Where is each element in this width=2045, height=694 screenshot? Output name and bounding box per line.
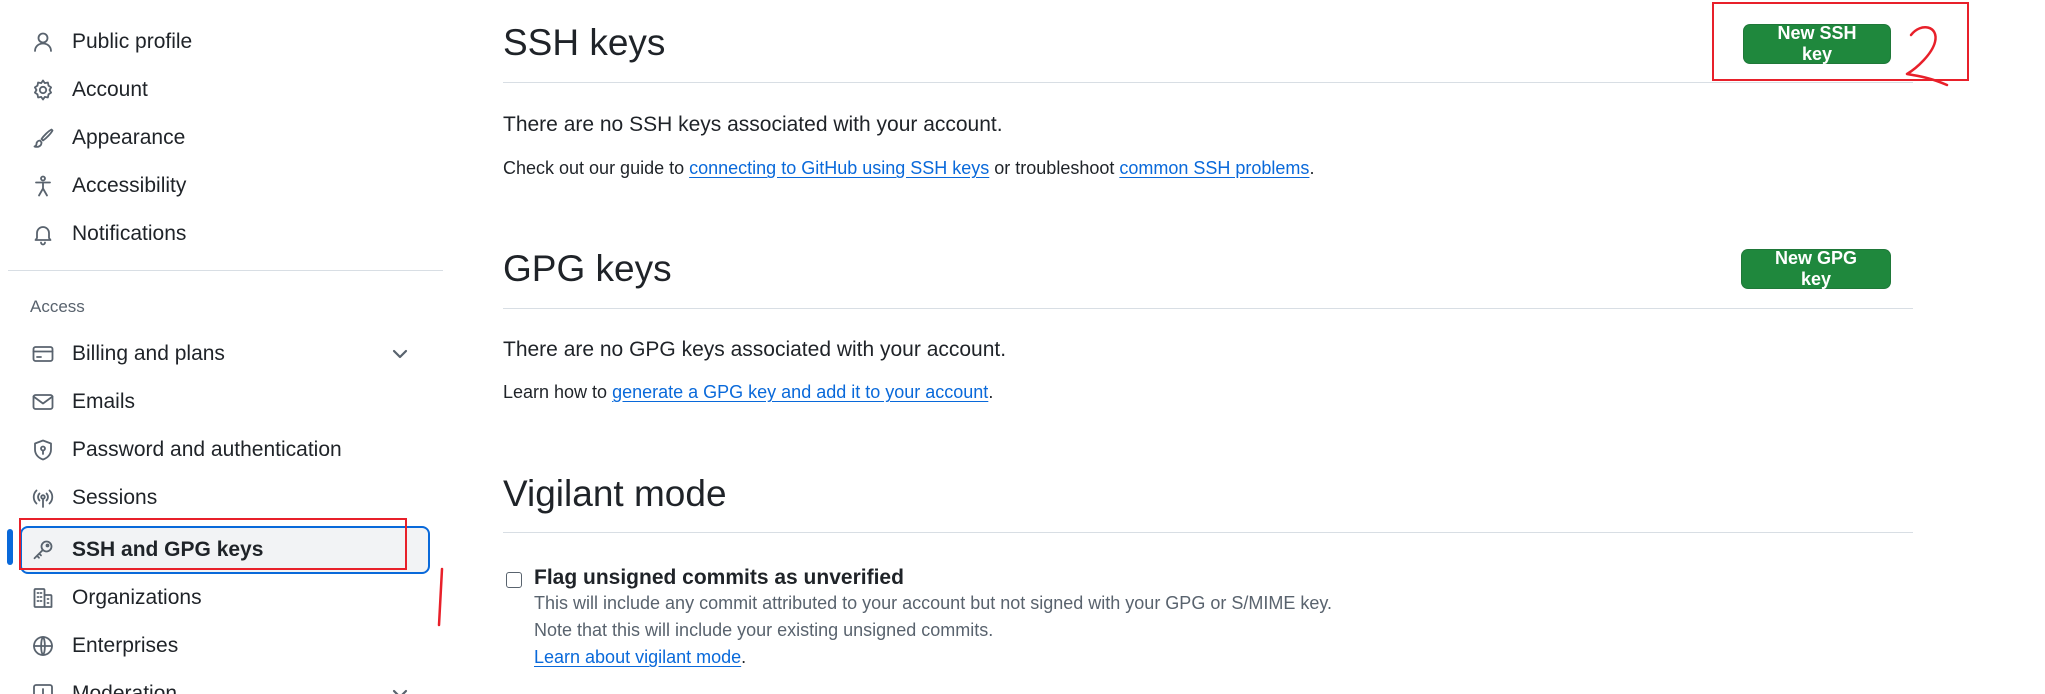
- sidebar-item-label: Enterprises: [72, 634, 179, 657]
- ssh-empty-text: There are no SSH keys associated with yo…: [503, 113, 1003, 136]
- vigilant-divider: [503, 532, 1913, 533]
- sidebar-item-label: Billing and plans: [72, 342, 225, 365]
- sidebar-item-label: Appearance: [72, 126, 186, 149]
- sidebar-item-sessions[interactable]: Sessions: [20, 476, 430, 520]
- active-indicator: [7, 529, 13, 565]
- sidebar-item-password-authentication[interactable]: Password and authentication: [20, 428, 430, 472]
- sidebar-item-organizations[interactable]: Organizations: [20, 576, 430, 620]
- sidebar-item-label: Account: [72, 78, 148, 101]
- annotation-box-ssh-item: [19, 518, 407, 570]
- gpg-learn-prefix: Learn how to: [503, 382, 613, 402]
- credit-card-icon: [30, 341, 56, 367]
- ssh-guide-link[interactable]: connecting to GitHub using SSH keys: [689, 158, 989, 178]
- broadcast-icon: [30, 485, 56, 511]
- ssh-keys-title: SSH keys: [503, 22, 666, 63]
- accessibility-icon: [30, 173, 56, 199]
- gpg-learn-text: Learn how to generate a GPG key and add …: [503, 382, 993, 403]
- ssh-guide-prefix: Check out our guide to: [503, 158, 690, 178]
- main-content: SSH keys New SSH key There are no SSH ke…: [503, 0, 1913, 694]
- person-icon: [30, 29, 56, 55]
- flag-unsigned-label[interactable]: Flag unsigned commits as unverified: [534, 566, 904, 590]
- vigilant-learn-text: Learn about vigilant mode.: [534, 647, 746, 668]
- ssh-guide-suffix: .: [1309, 158, 1315, 178]
- sidebar-item-emails[interactable]: Emails: [20, 380, 430, 424]
- vigilant-desc-line2: Note that this will include your existin…: [534, 620, 994, 640]
- organization-icon: [30, 585, 56, 611]
- sidebar-item-label: Password and authentication: [72, 438, 342, 461]
- gpg-learn-suffix: .: [988, 382, 994, 402]
- sidebar-item-label: Sessions: [72, 486, 158, 509]
- mail-icon: [30, 389, 56, 415]
- ssh-guide-middle: or troubleshoot: [989, 158, 1120, 178]
- settings-sidebar: Public profile Account Appearance Access…: [0, 0, 445, 694]
- sidebar-item-billing[interactable]: Billing and plans: [20, 332, 430, 376]
- sidebar-item-notifications[interactable]: Notifications: [20, 212, 430, 256]
- globe-icon: [30, 633, 56, 659]
- shield-lock-icon: [30, 437, 56, 463]
- sidebar-heading-access: Access: [30, 297, 85, 316]
- ssh-divider: [503, 82, 1913, 83]
- gpg-divider: [503, 308, 1913, 309]
- sidebar-item-label: Moderation: [72, 682, 178, 694]
- flag-unsigned-checkbox[interactable]: [506, 572, 522, 588]
- annotation-mark-two: [1905, 26, 1949, 87]
- sidebar-item-accessibility[interactable]: Accessibility: [20, 164, 430, 208]
- sidebar-item-public-profile[interactable]: Public profile: [20, 20, 430, 64]
- gpg-learn-link[interactable]: generate a GPG key and add it to your ac…: [612, 382, 988, 402]
- sidebar-item-moderation[interactable]: Moderation: [20, 672, 430, 694]
- vigilant-learn-suffix: .: [741, 647, 747, 667]
- sidebar-item-label: Notifications: [72, 222, 187, 245]
- vigilant-mode-title: Vigilant mode: [503, 473, 727, 514]
- sidebar-divider: [8, 270, 443, 271]
- paintbrush-icon: [30, 125, 56, 151]
- sidebar-item-enterprises[interactable]: Enterprises: [20, 624, 430, 668]
- sidebar-item-label: Public profile: [72, 30, 193, 53]
- report-icon: [30, 681, 56, 694]
- chevron-down-icon[interactable]: [390, 344, 410, 364]
- new-gpg-key-button[interactable]: New GPG key: [1741, 248, 1891, 289]
- vigilant-learn-link[interactable]: Learn about vigilant mode: [534, 647, 741, 667]
- sidebar-item-label: Accessibility: [72, 174, 187, 197]
- sidebar-item-label: Emails: [72, 390, 136, 413]
- bell-icon: [30, 221, 56, 247]
- chevron-down-icon[interactable]: [390, 684, 410, 694]
- ssh-guide-text: Check out our guide to connecting to Git…: [503, 158, 1314, 179]
- vigilant-desc-line1: This will include any commit attributed …: [534, 593, 1333, 613]
- settings-page: Public profile Account Appearance Access…: [0, 0, 2045, 694]
- sidebar-item-appearance[interactable]: Appearance: [20, 116, 430, 160]
- gpg-empty-text: There are no GPG keys associated with yo…: [503, 338, 1007, 361]
- annotation-mark-one: [437, 567, 444, 627]
- gpg-keys-title: GPG keys: [503, 248, 672, 289]
- ssh-problems-link[interactable]: common SSH problems: [1119, 158, 1309, 178]
- sidebar-item-label: Organizations: [72, 586, 202, 609]
- gear-icon: [30, 77, 56, 103]
- sidebar-item-account[interactable]: Account: [20, 68, 430, 112]
